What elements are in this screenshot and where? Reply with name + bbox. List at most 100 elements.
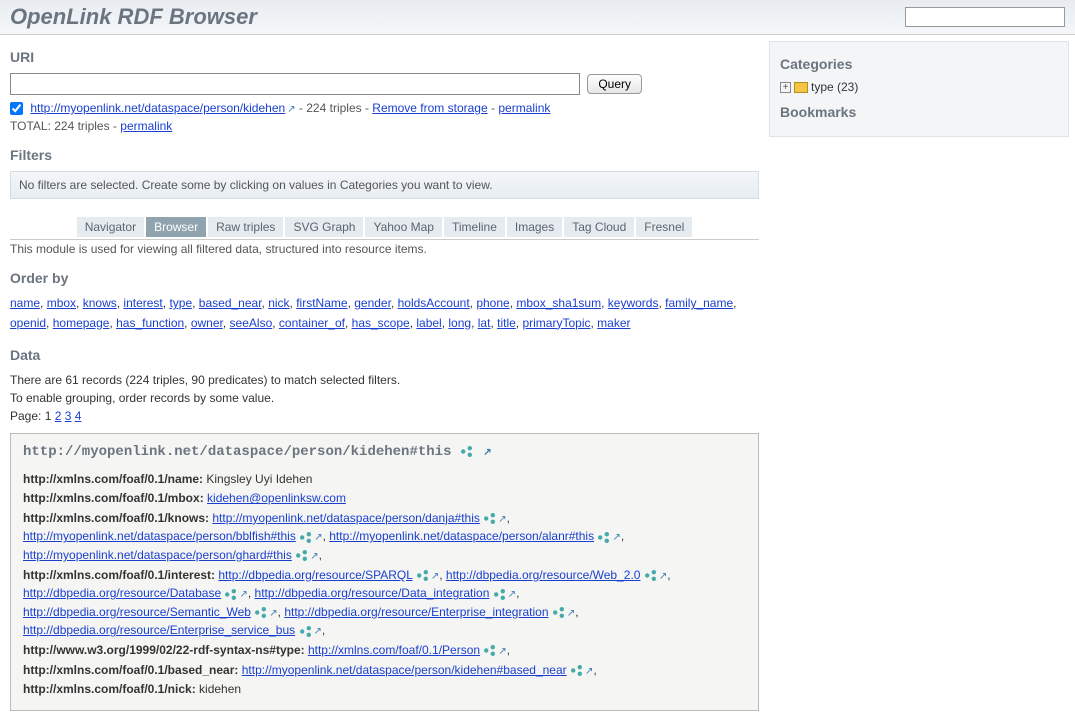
external-link-icon[interactable]: ↗ — [314, 532, 322, 543]
rdf-icon[interactable] — [571, 665, 582, 676]
tab-raw-triples[interactable]: Raw triples — [208, 217, 283, 237]
orderby-primaryTopic[interactable]: primaryTopic — [522, 316, 590, 330]
uri-checkbox[interactable] — [10, 102, 23, 115]
grouping-hint: To enable grouping, order records by som… — [10, 389, 759, 407]
rdf-icon[interactable] — [484, 513, 495, 524]
value-link[interactable]: http://dbpedia.org/resource/Web_2.0 — [446, 568, 641, 582]
external-link-icon[interactable]: ↗ — [612, 532, 620, 543]
orderby-knows[interactable]: knows — [83, 296, 117, 310]
value-link[interactable]: http://dbpedia.org/resource/SPARQL — [218, 568, 412, 582]
orderby-holdsAccount[interactable]: holdsAccount — [398, 296, 470, 310]
orderby-type[interactable]: type — [169, 296, 192, 310]
uri-input[interactable] — [10, 73, 580, 95]
external-link-icon[interactable]: ↗ — [483, 448, 491, 459]
rdf-icon[interactable] — [645, 570, 656, 581]
orderby-label[interactable]: label — [416, 316, 441, 330]
external-link-icon[interactable]: ↗ — [498, 514, 506, 525]
value-link[interactable]: http://dbpedia.org/resource/Enterprise_i… — [284, 605, 548, 619]
value-link[interactable]: http://myopenlink.net/dataspace/person/d… — [212, 511, 480, 525]
rdf-icon[interactable] — [494, 589, 505, 600]
query-button[interactable]: Query — [587, 74, 642, 94]
orderby-gender[interactable]: gender — [354, 296, 391, 310]
external-link-icon[interactable]: ↗ — [508, 589, 516, 600]
orderby-nick[interactable]: nick — [268, 296, 289, 310]
orderby-openid[interactable]: openid — [10, 316, 46, 330]
external-link-icon[interactable]: ↗ — [310, 551, 318, 562]
external-link-icon[interactable]: ↗ — [239, 589, 247, 600]
tab-yahoo-map[interactable]: Yahoo Map — [365, 217, 442, 237]
value-link[interactable]: http://myopenlink.net/dataspace/person/k… — [242, 663, 567, 677]
orderby-mbox[interactable]: mbox — [47, 296, 76, 310]
rdf-icon[interactable] — [417, 570, 428, 581]
tab-browser[interactable]: Browser — [146, 217, 206, 237]
rdf-icon[interactable] — [484, 645, 495, 656]
tree-expand-icon[interactable]: + — [780, 82, 791, 93]
rdf-icon[interactable] — [598, 532, 609, 543]
external-link-icon[interactable]: ↗ — [314, 626, 322, 637]
orderby-container_of[interactable]: container_of — [279, 316, 345, 330]
remove-storage-link[interactable]: Remove from storage — [372, 101, 487, 115]
rdf-icon[interactable] — [225, 589, 236, 600]
value-link[interactable]: http://dbpedia.org/resource/Database — [23, 586, 221, 600]
orderby-keywords[interactable]: keywords — [608, 296, 659, 310]
tab-images[interactable]: Images — [507, 217, 562, 237]
orderby-name[interactable]: name — [10, 296, 40, 310]
orderby-title[interactable]: title — [497, 316, 516, 330]
rdf-icon[interactable] — [553, 607, 564, 618]
uri-heading: URI — [10, 49, 759, 65]
orderby-phone[interactable]: phone — [476, 296, 509, 310]
orderby-family_name[interactable]: family_name — [665, 296, 733, 310]
tab-fresnel[interactable]: Fresnel — [636, 217, 692, 237]
orderby-has_scope[interactable]: has_scope — [352, 316, 410, 330]
total-permalink[interactable]: permalink — [120, 119, 172, 133]
page-link[interactable]: 3 — [65, 409, 72, 423]
value-link[interactable]: kidehen@openlinksw.com — [207, 491, 346, 505]
value-link[interactable]: http://dbpedia.org/resource/Enterprise_s… — [23, 623, 295, 637]
current-page: 1 — [45, 409, 52, 423]
orderby-interest[interactable]: interest — [123, 296, 162, 310]
page-link[interactable]: 4 — [75, 409, 82, 423]
pagination: Page: 1 2 3 4 — [10, 407, 759, 425]
orderby-long[interactable]: long — [448, 316, 471, 330]
orderby-mbox_sha1sum[interactable]: mbox_sha1sum — [516, 296, 601, 310]
external-link-icon[interactable]: ↗ — [585, 666, 593, 677]
value-link[interactable]: http://myopenlink.net/dataspace/person/b… — [23, 529, 296, 543]
tab-navigator[interactable]: Navigator — [77, 217, 144, 237]
orderby-firstName[interactable]: firstName — [296, 296, 347, 310]
value-link[interactable]: http://dbpedia.org/resource/Semantic_Web — [23, 605, 251, 619]
external-link-icon[interactable]: ↗ — [567, 608, 575, 619]
loaded-uri-link[interactable]: http://myopenlink.net/dataspace/person/k… — [30, 101, 285, 115]
property-line: http://www.w3.org/1999/02/22-rdf-syntax-… — [23, 641, 746, 660]
rdf-icon[interactable] — [300, 626, 311, 637]
value-link[interactable]: http://dbpedia.org/resource/Data_integra… — [255, 586, 490, 600]
value-link[interactable]: http://xmlns.com/foaf/0.1/Person — [308, 643, 480, 657]
rdf-icon[interactable] — [296, 550, 307, 561]
external-link-icon[interactable]: ↗ — [431, 571, 439, 582]
rdf-icon[interactable] — [255, 607, 266, 618]
orderby-has_function[interactable]: has_function — [116, 316, 184, 330]
orderby-owner[interactable]: owner — [191, 316, 223, 330]
orderby-homepage[interactable]: homepage — [53, 316, 110, 330]
category-item[interactable]: type (23) — [811, 80, 858, 94]
tab-timeline[interactable]: Timeline — [444, 217, 505, 237]
rdf-icon[interactable] — [461, 446, 472, 457]
top-search-input[interactable] — [905, 7, 1065, 27]
predicate: http://www.w3.org/1999/02/22-rdf-syntax-… — [23, 643, 305, 657]
orderby-lat[interactable]: lat — [478, 316, 491, 330]
bookmarks-heading: Bookmarks — [780, 104, 1058, 120]
external-link-icon[interactable]: ↗ — [269, 608, 277, 619]
orderby-based_near[interactable]: based_near — [199, 296, 262, 310]
value-link[interactable]: http://myopenlink.net/dataspace/person/a… — [329, 529, 594, 543]
filters-empty-message: No filters are selected. Create some by … — [10, 171, 759, 199]
external-link-icon[interactable]: ↗ — [498, 646, 506, 657]
value-link[interactable]: http://myopenlink.net/dataspace/person/g… — [23, 548, 292, 562]
property-line: http://xmlns.com/foaf/0.1/name: Kingsley… — [23, 470, 746, 489]
page-link[interactable]: 2 — [55, 409, 62, 423]
tab-tag-cloud[interactable]: Tag Cloud — [564, 217, 634, 237]
external-link-icon[interactable]: ↗ — [659, 571, 667, 582]
orderby-seeAlso[interactable]: seeAlso — [230, 316, 273, 330]
orderby-maker[interactable]: maker — [597, 316, 630, 330]
permalink-link[interactable]: permalink — [498, 101, 550, 115]
rdf-icon[interactable] — [300, 532, 311, 543]
tab-svg-graph[interactable]: SVG Graph — [285, 217, 363, 237]
